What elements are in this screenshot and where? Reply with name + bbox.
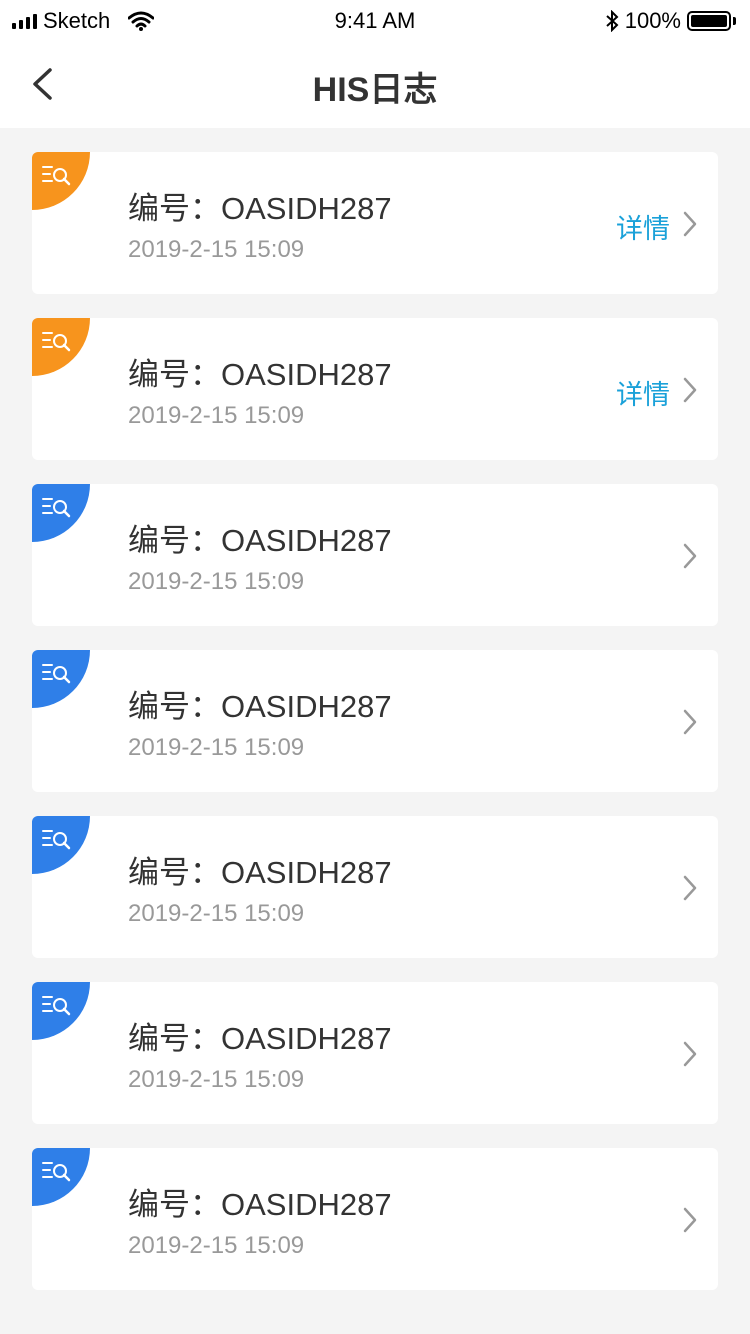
chevron-right-icon xyxy=(683,1041,697,1067)
battery-percent: 100% xyxy=(624,8,681,33)
log-time: 2019-2-15 15:09 xyxy=(128,1066,305,1093)
log-time: 2019-2-15 15:09 xyxy=(128,734,305,761)
log-search-icon xyxy=(42,498,71,518)
log-item[interactable]: 编号：OASIDH287 2019-2-15 15:09 xyxy=(32,650,718,792)
log-badge xyxy=(32,484,90,542)
chevron-right-icon xyxy=(683,543,697,569)
chevron-right-icon xyxy=(683,211,697,237)
log-search-icon xyxy=(42,830,71,850)
log-id: 编号：OASIDH287 xyxy=(128,1021,392,1056)
log-search-icon xyxy=(42,664,71,684)
log-search-icon xyxy=(42,332,71,352)
chevron-right-icon xyxy=(683,875,697,901)
log-search-icon xyxy=(42,996,71,1016)
chevron-right-icon xyxy=(683,709,697,735)
log-item[interactable]: 编号：OASIDH287 2019-2-15 15:09 详情 xyxy=(32,152,718,294)
log-item[interactable]: 编号：OASIDH287 2019-2-15 15:09 xyxy=(32,816,718,958)
detail-link[interactable]: 详情 xyxy=(616,207,670,246)
log-item[interactable]: 编号：OASIDH287 2019-2-15 15:09 xyxy=(32,982,718,1124)
log-time: 2019-2-15 15:09 xyxy=(128,568,305,595)
log-time: 2019-2-15 15:09 xyxy=(128,236,305,263)
log-badge xyxy=(32,1148,90,1206)
status-bar: Sketch 9:41 AM 100% xyxy=(0,0,750,40)
log-id: 编号：OASIDH287 xyxy=(128,855,392,890)
log-item[interactable]: 编号：OASIDH287 2019-2-15 15:09 xyxy=(32,484,718,626)
log-search-icon xyxy=(42,166,71,186)
log-badge xyxy=(32,152,90,210)
bluetooth-icon xyxy=(606,10,619,32)
nav-bar: HIS日志 xyxy=(0,40,750,128)
chevron-right-icon xyxy=(683,1207,697,1233)
log-id: 编号：OASIDH287 xyxy=(128,523,392,558)
log-id: 编号：OASIDH287 xyxy=(128,1187,392,1222)
log-badge xyxy=(32,982,90,1040)
chevron-right-icon xyxy=(683,377,697,403)
log-time: 2019-2-15 15:09 xyxy=(128,900,305,927)
log-badge xyxy=(32,816,90,874)
log-search-icon xyxy=(42,1162,71,1182)
detail-link[interactable]: 详情 xyxy=(616,373,670,412)
log-item[interactable]: 编号：OASIDH287 2019-2-15 15:09 xyxy=(32,1148,718,1290)
log-time: 2019-2-15 15:09 xyxy=(128,402,305,429)
log-item[interactable]: 编号：OASIDH287 2019-2-15 15:09 详情 xyxy=(32,318,718,460)
log-list: 编号：OASIDH287 2019-2-15 15:09 详情 编号：OASID… xyxy=(32,152,718,1314)
log-id: 编号：OASIDH287 xyxy=(128,689,392,724)
battery-cap xyxy=(733,17,736,25)
battery-icon xyxy=(687,11,731,31)
log-id: 编号：OASIDH287 xyxy=(128,357,392,392)
log-badge xyxy=(32,318,90,376)
log-badge xyxy=(32,650,90,708)
log-id: 编号：OASIDH287 xyxy=(128,191,392,226)
page-title: HIS日志 xyxy=(312,71,438,109)
status-right: 100% xyxy=(605,8,736,34)
log-time: 2019-2-15 15:09 xyxy=(128,1232,305,1259)
